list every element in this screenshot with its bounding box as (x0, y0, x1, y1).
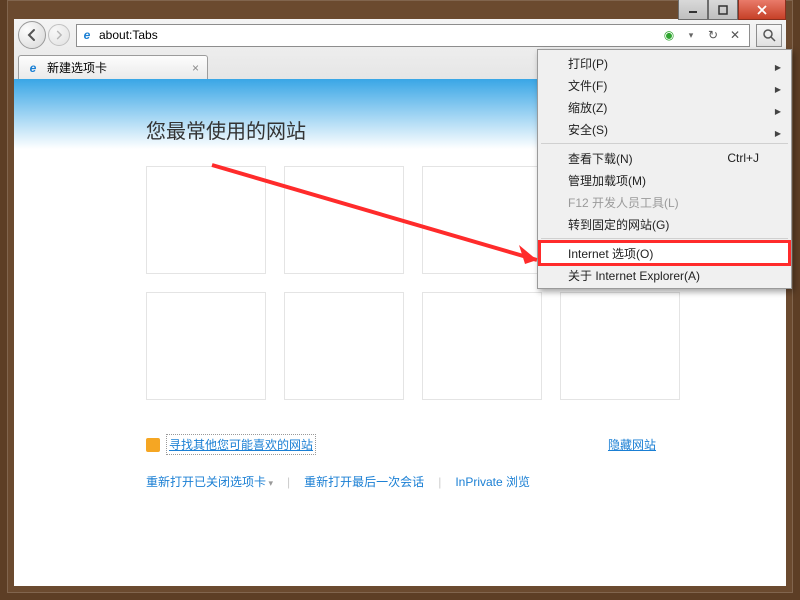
tab-title: 新建选项卡 (47, 59, 107, 76)
reopen-closed-tab-link[interactable]: 重新打开已关闭选项卡 (146, 473, 273, 490)
inprivate-link[interactable]: InPrivate 浏览 (455, 473, 530, 490)
lightbulb-icon (146, 438, 160, 452)
tools-menu: 打印(P) 文件(F) 缩放(Z) 安全(S) 查看下载(N)Ctrl+J 管理… (537, 49, 792, 289)
site-tile[interactable] (146, 292, 266, 400)
menu-safety[interactable]: 安全(S) (540, 118, 789, 140)
window-controls (678, 0, 786, 20)
hide-sites-link[interactable]: 隐藏网站 (608, 436, 656, 453)
menu-f12-devtools[interactable]: F12 开发人员工具(L) (540, 191, 789, 213)
tab-new[interactable]: e 新建选项卡 × (18, 55, 208, 79)
stop-icon[interactable]: ✕ (727, 27, 743, 43)
reopen-last-session-link[interactable]: 重新打开最后一次会话 (304, 473, 424, 490)
site-tile[interactable] (284, 292, 404, 400)
site-tile[interactable] (422, 166, 542, 274)
discover-sites-link[interactable]: 寻找其他您可能喜欢的网站 (166, 434, 316, 455)
site-tile[interactable] (560, 292, 680, 400)
address-input[interactable] (99, 28, 661, 42)
security-shield-icon[interactable]: ◉ (661, 27, 677, 43)
ie-favicon-icon: e (79, 27, 95, 43)
menu-separator (541, 238, 788, 239)
menu-goto-pinned[interactable]: 转到固定的网站(G) (540, 213, 789, 235)
tab-favicon-icon: e (25, 60, 41, 76)
footer-links: 重新打开已关闭选项卡 | 重新打开最后一次会话 | InPrivate 浏览 (146, 473, 676, 490)
dropdown-icon[interactable]: ▾ (683, 27, 699, 43)
navbar: e ◉ ▾ ↻ ✕ (14, 19, 786, 51)
menu-internet-options[interactable]: Internet 选项(O) (540, 242, 789, 264)
menu-view-downloads[interactable]: 查看下载(N)Ctrl+J (540, 147, 789, 169)
minimize-button[interactable] (678, 0, 708, 20)
menu-manage-addons[interactable]: 管理加载项(M) (540, 169, 789, 191)
menu-separator (541, 143, 788, 144)
menu-about-ie[interactable]: 关于 Internet Explorer(A) (540, 264, 789, 286)
refresh-icon[interactable]: ↻ (705, 27, 721, 43)
site-tile[interactable] (422, 292, 542, 400)
site-tile[interactable] (284, 166, 404, 274)
close-button[interactable] (738, 0, 786, 20)
menu-print[interactable]: 打印(P) (540, 52, 789, 74)
menu-zoom[interactable]: 缩放(Z) (540, 96, 789, 118)
address-bar[interactable]: e ◉ ▾ ↻ ✕ (76, 24, 750, 47)
back-button[interactable] (18, 21, 46, 49)
browser-window: e ◉ ▾ ↻ ✕ e 新建选项卡 × ⌂ ★ ✲ (0, 0, 800, 600)
site-tile[interactable] (146, 166, 266, 274)
search-button[interactable] (756, 24, 782, 47)
menu-file[interactable]: 文件(F) (540, 74, 789, 96)
tab-close-icon[interactable]: × (190, 61, 201, 75)
forward-button[interactable] (48, 24, 70, 46)
maximize-button[interactable] (708, 0, 738, 20)
